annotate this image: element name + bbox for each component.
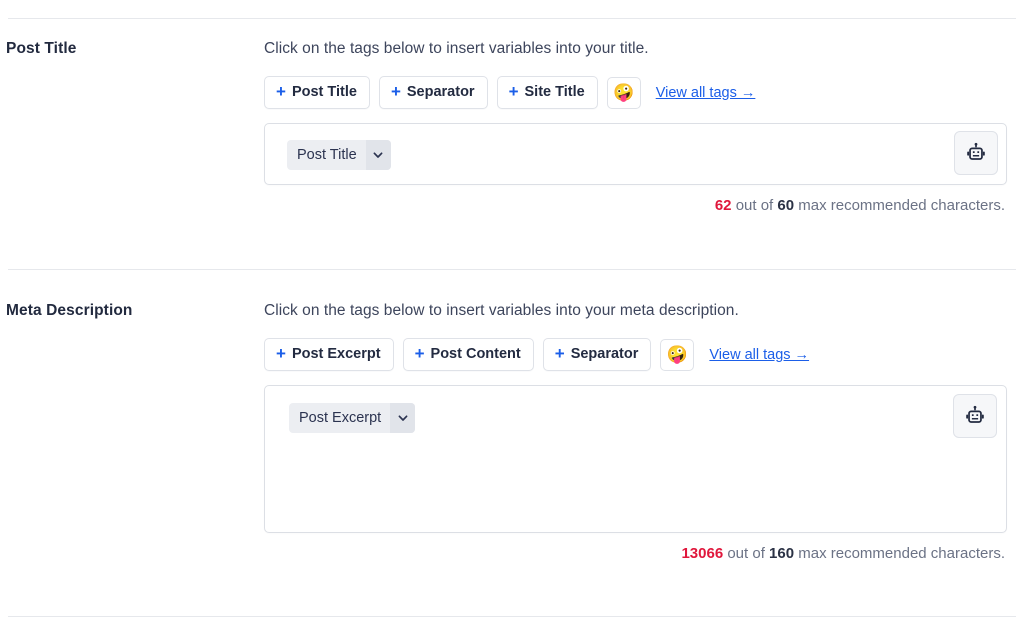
post-title-section-label: Post Title: [6, 40, 77, 57]
divider-middle: [8, 269, 1016, 270]
plus-icon: +: [276, 82, 286, 101]
tag-button-label: Post Title: [291, 84, 357, 100]
post-title-input[interactable]: Post Title: [264, 123, 1007, 185]
variable-chip-post-excerpt[interactable]: Post Excerpt: [289, 403, 416, 433]
tag-button-site-title[interactable]: + Site Title: [496, 76, 598, 109]
tag-button-label: Post Excerpt: [291, 346, 381, 362]
counter-middle-text: out of: [735, 197, 774, 214]
tag-button-label: Separator: [570, 346, 639, 362]
meta-description-section-body: Click on the tags below to insert variab…: [264, 300, 1024, 564]
section-post-title: Post Title Click on the tags below to in…: [0, 38, 1024, 216]
meta-description-tag-row: + Post Excerpt + Post Content + Separato…: [264, 338, 1007, 371]
plus-icon: +: [276, 344, 286, 363]
post-title-helper-text: Click on the tags below to insert variab…: [264, 40, 649, 57]
tag-button-post-title[interactable]: + Post Title: [264, 76, 370, 109]
view-all-tags-link[interactable]: View all tags →: [656, 85, 756, 101]
section-meta-description: Meta Description Click on the tags below…: [0, 300, 1024, 564]
emoji-picker-icon: 🤪: [613, 83, 635, 102]
ai-generate-button-post-title[interactable]: [954, 131, 998, 175]
chip-label: Post Title: [297, 147, 357, 163]
meta-description-character-counter: 13066 out of 160 max recommended charact…: [264, 544, 1007, 564]
counter-current-value: 13066: [681, 545, 724, 562]
tag-button-label: Site Title: [524, 84, 585, 100]
post-title-character-counter: 62 out of 60 max recommended characters.: [264, 196, 1007, 216]
tag-button-label: Separator: [406, 84, 475, 100]
chevron-down-icon[interactable]: [390, 403, 416, 433]
plus-icon: +: [554, 344, 565, 363]
ai-generate-icon: [966, 405, 984, 423]
plus-icon: +: [390, 82, 401, 101]
meta-description-section-label: Meta Description: [6, 302, 133, 319]
tag-button-post-content[interactable]: + Post Content: [402, 338, 534, 371]
variable-chip-post-title[interactable]: Post Title: [287, 140, 391, 170]
post-title-tag-row: + Post Title + Separator + Site Title 🤪 …: [264, 76, 1007, 109]
emoji-picker-icon: 🤪: [666, 345, 688, 364]
emoji-picker-button[interactable]: 🤪: [660, 338, 695, 371]
plus-icon: +: [508, 82, 519, 101]
divider-bottom: [8, 616, 1016, 617]
ai-generate-icon: [967, 142, 985, 160]
post-title-section-body: Click on the tags below to insert variab…: [264, 38, 1024, 216]
tag-button-separator[interactable]: + Separator: [542, 338, 652, 371]
counter-suffix-text: max recommended characters.: [798, 197, 1005, 214]
counter-max-value: 160: [769, 545, 795, 562]
plus-icon: +: [414, 344, 425, 363]
emoji-picker-button[interactable]: 🤪: [606, 76, 641, 109]
counter-middle-text: out of: [727, 545, 765, 562]
tag-button-label: Post Content: [430, 346, 521, 362]
divider-top: [8, 18, 1016, 19]
chip-label: Post Excerpt: [299, 410, 382, 426]
counter-max-value: 60: [777, 197, 795, 214]
seo-settings-panel: Post Title Click on the tags below to in…: [0, 0, 1024, 631]
meta-description-textarea[interactable]: Post Excerpt: [264, 385, 1007, 533]
tag-button-separator[interactable]: + Separator: [378, 76, 488, 109]
view-all-tags-link[interactable]: View all tags →: [709, 347, 809, 363]
meta-description-helper-text: Click on the tags below to insert variab…: [264, 302, 739, 319]
ai-generate-button-meta-description[interactable]: [953, 394, 997, 438]
chevron-down-icon[interactable]: [365, 140, 391, 170]
tag-button-post-excerpt[interactable]: + Post Excerpt: [264, 338, 394, 371]
counter-current-value: 62: [714, 197, 732, 214]
counter-suffix-text: max recommended characters.: [798, 545, 1005, 562]
